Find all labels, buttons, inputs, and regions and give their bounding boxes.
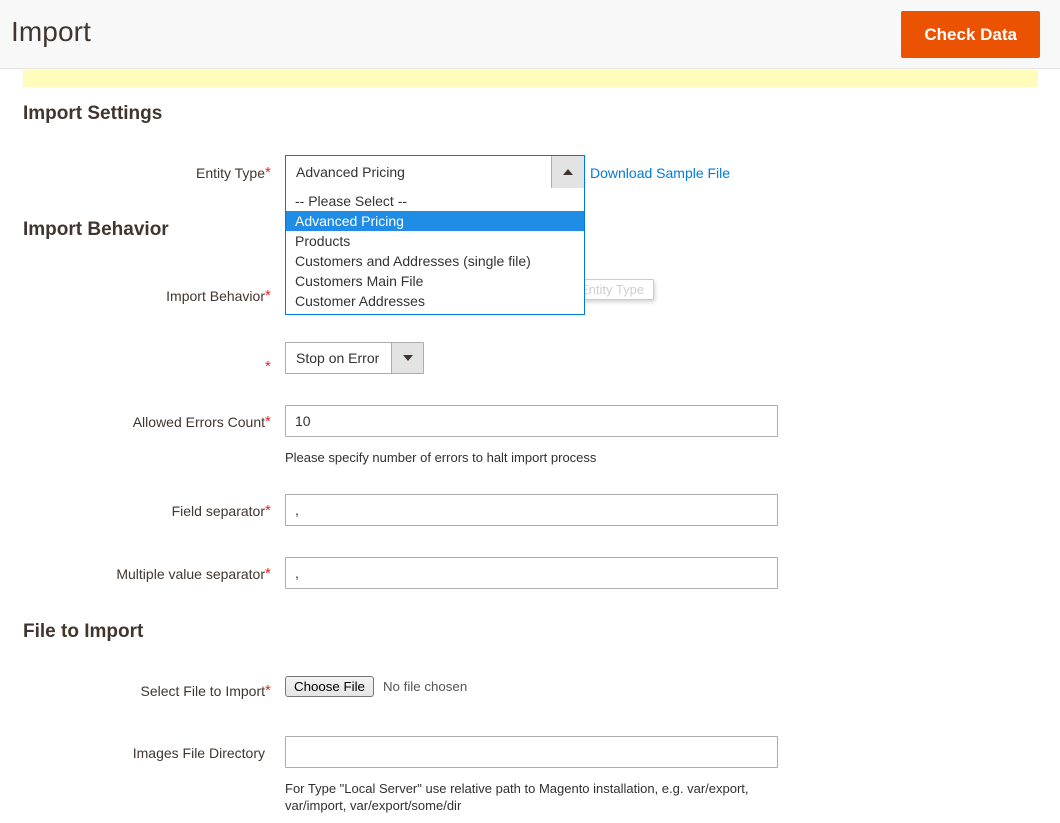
import-behavior-select[interactable]: Stop on Error xyxy=(285,342,425,374)
select-file-to-import-label: Select File to Import xyxy=(140,683,266,699)
field-separator-required-star: * xyxy=(265,502,271,519)
check-data-button[interactable]: Check Data xyxy=(901,11,1040,58)
page-title: Import xyxy=(11,16,91,47)
select-file-required-star: * xyxy=(265,682,271,699)
select-file-to-import-input[interactable]: Choose File No file chosen xyxy=(285,676,467,697)
images-file-directory-label: Images File Directory xyxy=(132,745,265,761)
entity-type-select[interactable]: Advanced Pricing xyxy=(285,155,585,189)
entity-type-option[interactable]: Customer Addresses xyxy=(286,291,584,311)
choose-file-button[interactable]: Choose File xyxy=(285,676,374,697)
field-separator-input[interactable] xyxy=(285,494,778,526)
entity-type-toggle-button[interactable] xyxy=(551,156,584,188)
allowed-errors-count-input[interactable] xyxy=(285,405,778,437)
chevron-up-icon xyxy=(563,169,573,175)
chevron-down-icon xyxy=(402,355,413,361)
import-behavior-toggle-button[interactable] xyxy=(391,343,424,373)
entity-type-label: Entity Type xyxy=(195,165,265,181)
entity-type-option[interactable]: Products xyxy=(286,231,584,251)
page-header: Import Check Data xyxy=(0,0,1060,69)
images-file-directory-note: For Type "Local Server" use relative pat… xyxy=(285,781,749,813)
multiple-value-separator-required-star: * xyxy=(265,565,271,582)
entity-type-required-star: * xyxy=(265,164,271,181)
allowed-errors-required-star: * xyxy=(265,413,271,430)
multiple-value-separator-label: Multiple value separator xyxy=(116,566,265,582)
allowed-errors-note: Please specify number of errors to halt … xyxy=(285,450,597,465)
field-separator-label: Field separator xyxy=(171,503,265,519)
notice-strip xyxy=(23,70,1038,87)
entity-type-option[interactable]: Advanced Pricing xyxy=(286,211,584,231)
no-file-chosen-text: No file chosen xyxy=(382,679,468,694)
import-behavior-label: Import Behavior xyxy=(166,288,265,304)
section-title-file-to-import: File to Import xyxy=(23,621,144,642)
multiple-value-separator-input[interactable] xyxy=(285,557,778,589)
import-behavior-select-required-star: * xyxy=(265,358,271,375)
section-title-import-settings: Import Settings xyxy=(23,103,163,124)
entity-type-selected-value: Advanced Pricing xyxy=(296,164,405,180)
entity-type-option-list[interactable]: -- Please Select -- Advanced Pricing Pro… xyxy=(285,188,585,315)
images-file-directory-input[interactable] xyxy=(285,736,778,768)
section-title-import-behavior: Import Behavior xyxy=(23,219,169,240)
import-behavior-selected-value: Stop on Error xyxy=(296,350,380,366)
entity-type-option[interactable]: -- Please Select -- xyxy=(286,191,584,211)
import-behavior-required-star: * xyxy=(265,287,271,304)
download-sample-file-link[interactable]: Download Sample File xyxy=(590,165,730,181)
allowed-errors-count-label: Allowed Errors Count xyxy=(132,414,265,430)
entity-type-option[interactable]: Customers Main File xyxy=(286,271,584,291)
entity-type-option[interactable]: Customers and Addresses (single file) xyxy=(286,251,584,271)
